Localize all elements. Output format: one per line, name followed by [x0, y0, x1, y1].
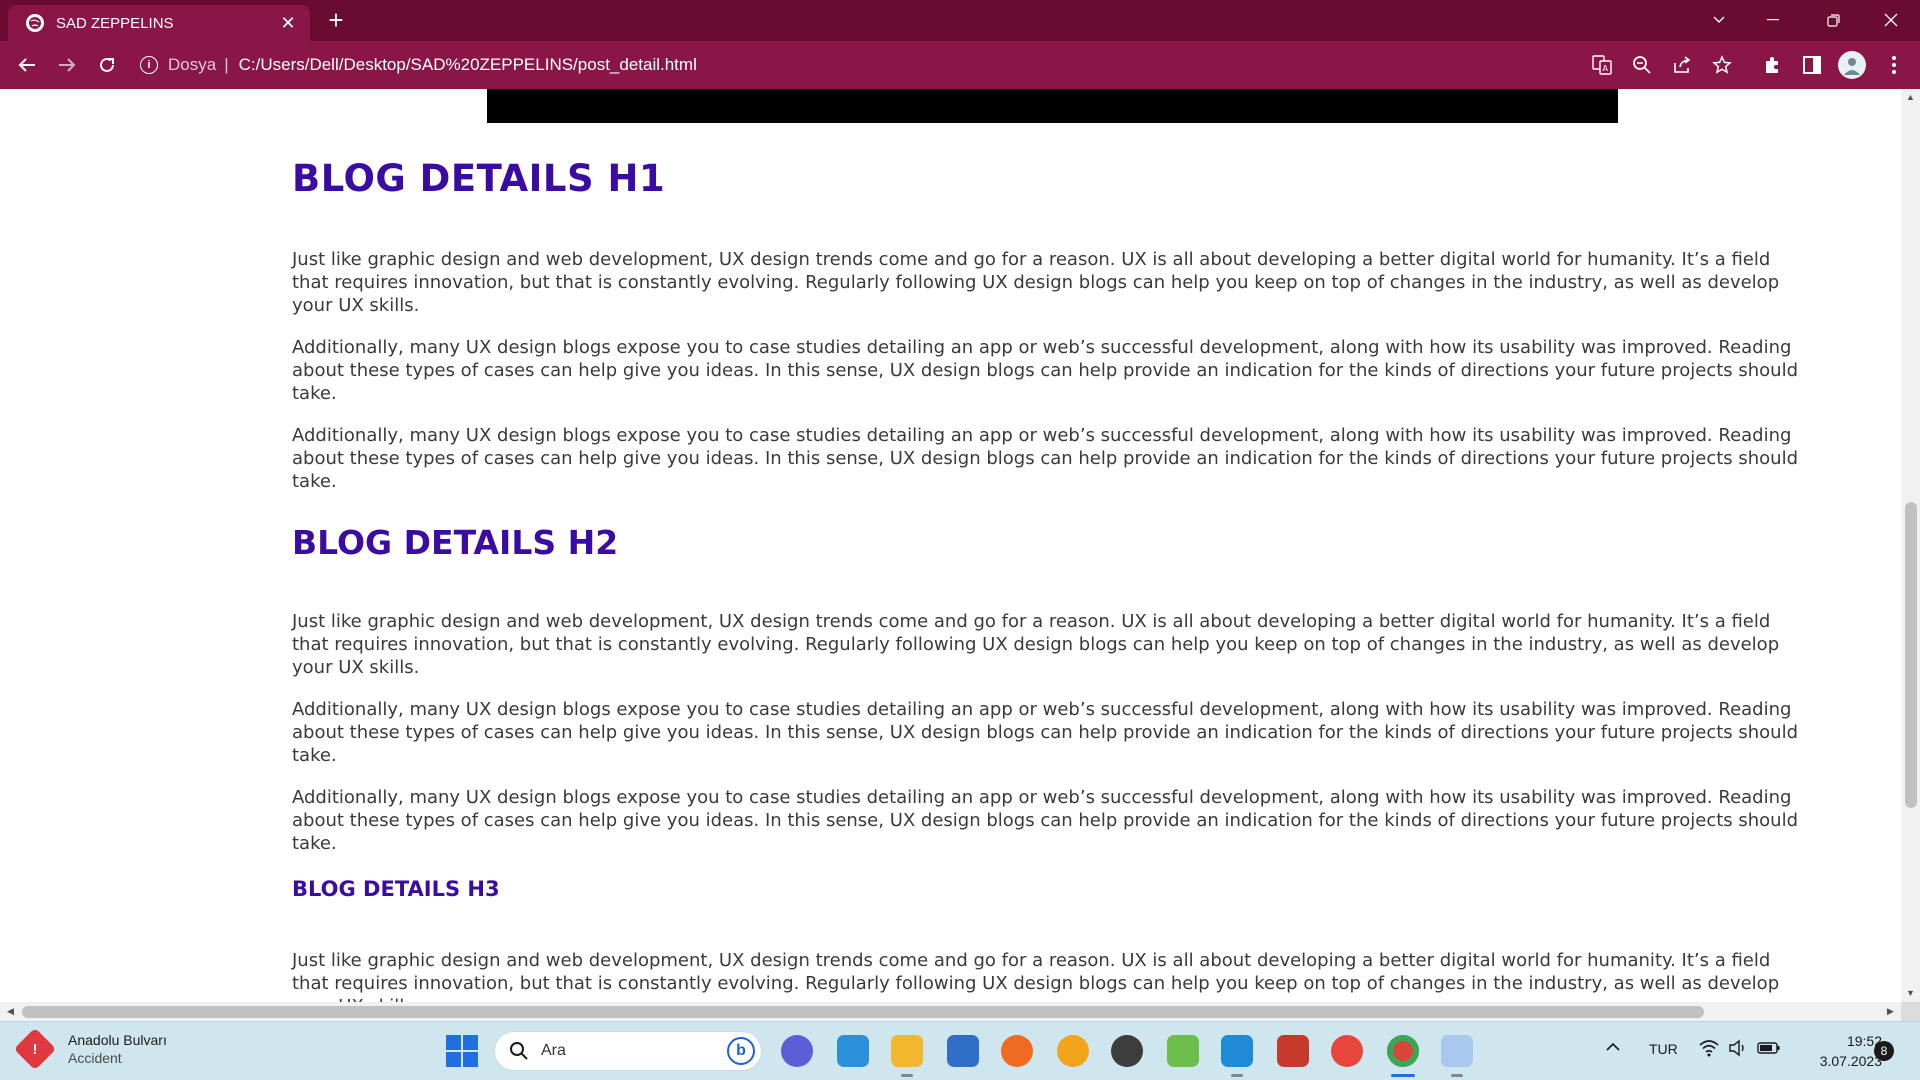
paint-app-icon[interactable]: [1167, 1035, 1199, 1067]
teams-chat-icon[interactable]: [781, 1035, 813, 1067]
mail-icon[interactable]: [947, 1035, 979, 1067]
paragraph: Additionally, many UX design blogs expos…: [292, 425, 1799, 492]
file-explorer-icon[interactable]: [891, 1035, 923, 1067]
paragraph: Just like graphic design and web develop…: [292, 249, 1780, 316]
page-viewport: BLOG DETAILS H1 Just like graphic design…: [0, 89, 1901, 1002]
scroll-left-icon[interactable]: ◀: [2, 1002, 19, 1021]
forward-icon[interactable]: [51, 49, 83, 81]
widget-subtitle: Accident: [68, 1050, 122, 1066]
browser-tab[interactable]: SAD ZEPPELINS ✕: [8, 5, 310, 41]
address-scheme: Dosya: [168, 55, 217, 74]
record-app-icon[interactable]: [1277, 1035, 1309, 1067]
reload-icon[interactable]: [91, 49, 123, 81]
minimize-icon[interactable]: [1750, 4, 1796, 36]
horizontal-scroll-thumb[interactable]: [22, 1006, 1704, 1018]
globe-icon: [26, 14, 44, 32]
browser-toolbar: i Dosya | C:/Users/Dell/Desktop/SAD%20ZE…: [0, 41, 1920, 89]
scrollbar-corner: [1901, 1002, 1920, 1021]
scroll-down-icon[interactable]: ▼: [1901, 985, 1920, 1002]
profile-avatar[interactable]: [1838, 51, 1866, 79]
svg-text:A: A: [1603, 64, 1609, 73]
paragraph: Just like graphic design and web develop…: [292, 611, 1780, 678]
hero-image: [487, 89, 1618, 123]
running-indicator: [901, 1074, 913, 1077]
address-bar[interactable]: i Dosya | C:/Users/Dell/Desktop/SAD%20ZE…: [140, 47, 1740, 83]
scroll-right-icon[interactable]: ▶: [1882, 1002, 1899, 1021]
circle-app-icon[interactable]: [1111, 1035, 1143, 1067]
alert-icon: !: [13, 1027, 57, 1071]
heading-h1: BLOG DETAILS H1: [292, 157, 666, 200]
close-tab-icon[interactable]: ✕: [274, 9, 302, 37]
new-tab-button[interactable]: +: [322, 7, 350, 35]
vertical-scrollbar[interactable]: ▲ ▼: [1901, 89, 1920, 1002]
color-app-icon[interactable]: [1441, 1035, 1473, 1067]
language-indicator[interactable]: TUR: [1649, 1041, 1678, 1057]
chrome-profile-icon[interactable]: [1387, 1035, 1419, 1067]
horizontal-scrollbar[interactable]: ◀ ▶: [0, 1002, 1901, 1021]
address-separator: |: [224, 55, 229, 74]
taskbar-search[interactable]: Ara b: [494, 1031, 762, 1071]
taskbar: ! Anadolu Bulvarı Accident Ara b TUR 19:…: [0, 1021, 1920, 1080]
scroll-up-icon[interactable]: ▲: [1901, 89, 1920, 106]
paragraph: Additionally, many UX design blogs expos…: [292, 787, 1799, 854]
chrome-icon[interactable]: [1331, 1035, 1363, 1067]
volume-icon[interactable]: [1728, 1039, 1748, 1062]
heading-h3: BLOG DETAILS H3: [292, 877, 500, 901]
heading-h2: BLOG DETAILS H2: [292, 523, 619, 562]
search-label: Ara: [541, 1042, 566, 1059]
tab-strip: SAD ZEPPELINS ✕ +: [0, 0, 1920, 41]
side-panel-icon[interactable]: [1800, 53, 1824, 77]
back-icon[interactable]: [11, 49, 43, 81]
tab-title: SAD ZEPPELINS: [56, 14, 174, 32]
wifi-icon[interactable]: [1699, 1039, 1719, 1062]
widget-title: Anadolu Bulvarı: [68, 1032, 167, 1048]
menu-kebab-icon[interactable]: [1882, 53, 1906, 77]
bing-icon[interactable]: b: [727, 1037, 755, 1065]
active-indicator: [1391, 1074, 1415, 1077]
extensions-icon[interactable]: [1760, 53, 1784, 77]
bookmark-star-icon[interactable]: [1710, 53, 1734, 77]
translate-icon[interactable]: A: [1590, 53, 1614, 77]
address-url: C:/Users/Dell/Desktop/SAD%20ZEPPELINS/po…: [238, 55, 697, 74]
zoom-icon[interactable]: [1630, 53, 1654, 77]
clock-date: 3.07.2023: [1819, 1053, 1882, 1069]
paragraph: Additionally, many UX design blogs expos…: [292, 337, 1799, 404]
paragraph: Just like graphic design and web develop…: [292, 950, 1780, 1002]
firefox-icon[interactable]: [1001, 1035, 1033, 1067]
clock-time: 19:52: [1846, 1033, 1882, 1049]
running-indicator: [1231, 1074, 1243, 1077]
restore-icon[interactable]: [1810, 4, 1856, 36]
vscode-icon[interactable]: [1221, 1035, 1253, 1067]
blog-article: BLOG DETAILS H1 Just like graphic design…: [292, 157, 1812, 1002]
battery-icon[interactable]: [1757, 1040, 1781, 1061]
tab-search-icon[interactable]: [1696, 4, 1742, 36]
vertical-scroll-thumb[interactable]: [1905, 502, 1917, 808]
paragraph: Additionally, many UX design blogs expos…: [292, 699, 1799, 766]
notification-badge[interactable]: 8: [1874, 1041, 1894, 1061]
search-icon: [510, 1042, 528, 1060]
system-clock[interactable]: 19:52 3.07.2023: [1796, 1031, 1882, 1071]
share-icon[interactable]: [1670, 53, 1694, 77]
traffic-widget[interactable]: ! Anadolu Bulvarı Accident: [13, 1027, 167, 1071]
close-window-icon[interactable]: [1868, 4, 1914, 36]
running-indicator: [1451, 1074, 1463, 1077]
search-app-icon[interactable]: [1057, 1035, 1089, 1067]
start-windows-icon[interactable]: [446, 1035, 478, 1067]
store-icon[interactable]: [837, 1035, 869, 1067]
info-icon[interactable]: i: [140, 56, 158, 74]
chevron-up-icon[interactable]: [1605, 1040, 1621, 1058]
